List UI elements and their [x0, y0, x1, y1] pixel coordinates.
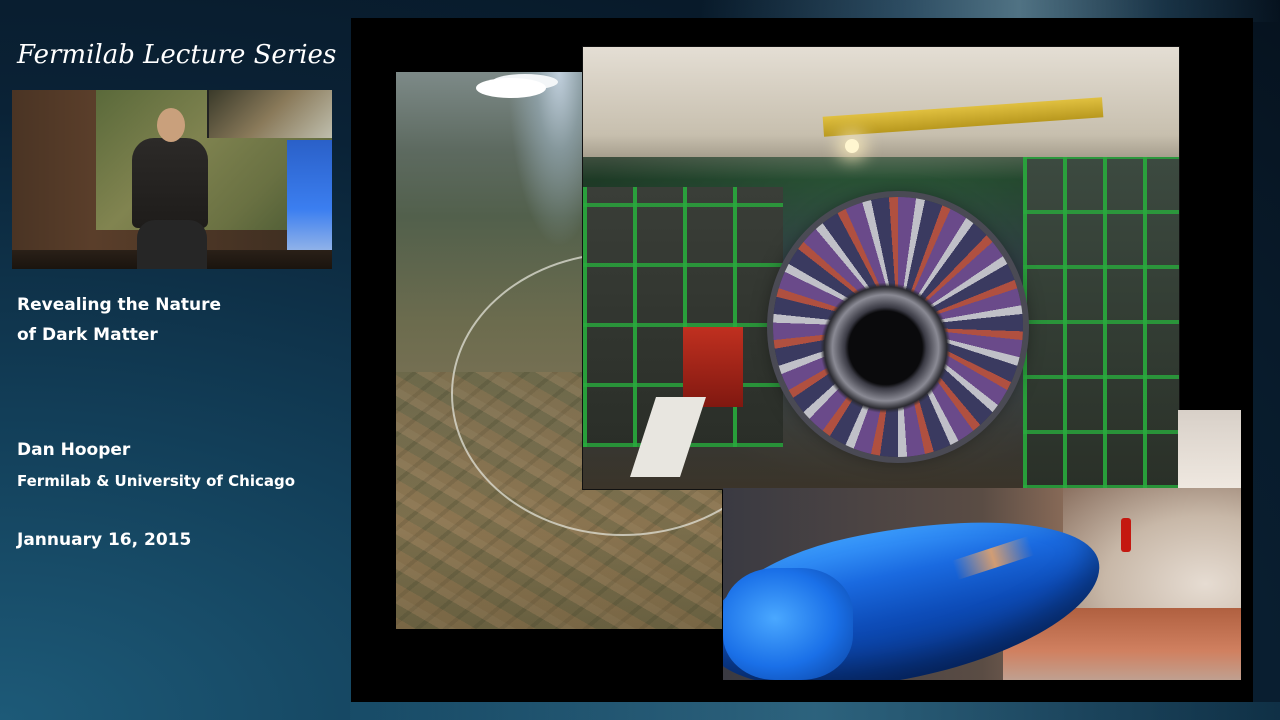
fire-extinguisher — [1121, 518, 1131, 552]
speaker-video — [12, 90, 332, 269]
tunnel-wall-corner — [1178, 410, 1241, 488]
cms-detector-photo — [582, 46, 1180, 490]
speaker-head — [157, 108, 185, 142]
detector-wheel — [773, 197, 1023, 457]
screen-inset-blue-image — [287, 140, 332, 255]
lhc-tunnel-magnet-photo — [723, 488, 1241, 680]
talk-title-line-1: Revealing the Nature — [17, 295, 222, 315]
talk-title-line-2: of Dark Matter — [17, 325, 158, 345]
presentation-slide — [351, 18, 1253, 702]
screen-inset-image — [207, 90, 332, 138]
magnet-tube-end — [723, 568, 853, 680]
green-scaffold-right — [1023, 157, 1179, 489]
red-equipment — [683, 327, 743, 407]
speaker-name: Dan Hooper — [17, 440, 131, 460]
speaker-legs — [137, 220, 207, 269]
series-title: Fermilab Lecture Series — [17, 40, 337, 70]
speaker-figure — [132, 138, 208, 228]
cavern-lamp — [845, 139, 859, 153]
speaker-affiliation: Fermilab & University of Chicago — [17, 472, 296, 490]
bottom-light-band — [350, 702, 1280, 720]
talk-title: Revealing the Nature of Dark Matter — [17, 290, 337, 350]
cloud — [476, 78, 546, 98]
talk-date: Jannuary 16, 2015 — [17, 530, 192, 550]
